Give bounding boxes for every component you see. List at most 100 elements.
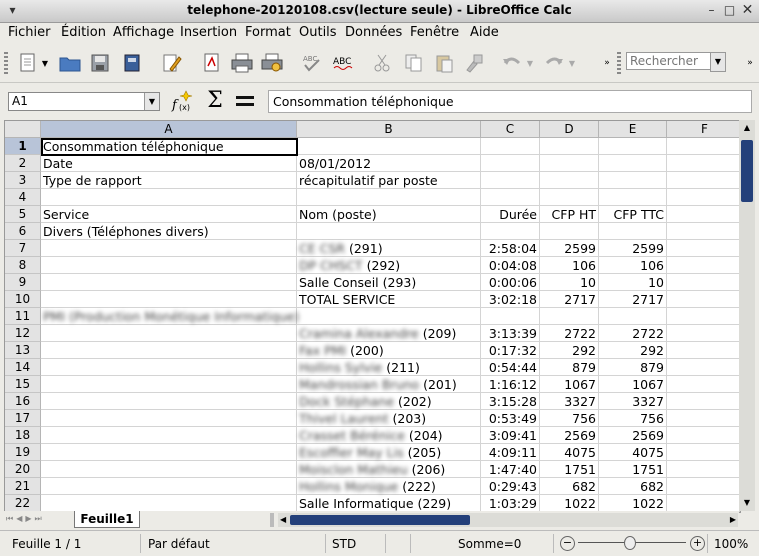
cell-d13[interactable]: 292 [540,342,599,359]
menu-aide[interactable]: Aide [470,25,499,40]
cell-c12[interactable]: 3:13:39 [481,325,540,342]
tab-splitter[interactable] [270,513,274,527]
cell-e9[interactable]: 10 [599,274,667,291]
cell-f21[interactable] [667,478,740,495]
toolbar-grip-search[interactable] [617,52,621,74]
cell-d19[interactable]: 4075 [540,444,599,461]
menu-outils[interactable]: Outils [299,25,337,40]
zoom-in-icon[interactable]: + [690,536,705,551]
scroll-right-icon[interactable]: ▶ [730,513,736,527]
cell-c14[interactable]: 0:54:44 [481,359,540,376]
cell-f2[interactable] [667,155,740,172]
cell-b21[interactable]: Hollins Monique (222) [297,478,481,495]
cell-e1[interactable] [599,138,667,155]
spreadsheet-grid[interactable]: A B C D E F 1 Consommation téléphonique 2 D… [4,120,741,513]
cell-e12[interactable]: 2722 [599,325,667,342]
new-document-icon[interactable] [16,51,40,75]
cell-a2[interactable]: Date [41,155,297,172]
export-pdf-icon[interactable] [200,51,224,75]
cell-e3[interactable] [599,172,667,189]
cell-b22[interactable]: Salle Informatique (229) [297,495,481,512]
cell-d10[interactable]: 2717 [540,291,599,308]
vertical-scrollbar[interactable]: ▲ ▼ [739,120,755,511]
zoom-out-icon[interactable]: − [560,536,575,551]
cell-a13[interactable] [41,342,297,359]
row-header-9[interactable]: 9 [5,274,41,291]
row-header-10[interactable]: 10 [5,291,41,308]
cell-c4[interactable] [481,189,540,206]
cell-e7[interactable]: 2599 [599,240,667,257]
autospellcheck-icon[interactable]: ABC [332,51,356,75]
cell-d11[interactable] [540,308,599,325]
cell-c3[interactable] [481,172,540,189]
column-header-f[interactable]: F [667,121,740,138]
cell-d8[interactable]: 106 [540,257,599,274]
cell-c21[interactable]: 0:29:43 [481,478,540,495]
scroll-left-icon[interactable]: ◀ [280,513,286,527]
redo-dropdown-icon[interactable]: ▼ [566,51,578,75]
cell-c18[interactable]: 3:09:41 [481,427,540,444]
cell-a10[interactable] [41,291,297,308]
cell-b20[interactable]: Moisclon Mathieu (206) [297,461,481,478]
cell-c17[interactable]: 0:53:49 [481,410,540,427]
cell-d3[interactable] [540,172,599,189]
cut-icon[interactable] [370,51,394,75]
sum-icon[interactable]: Σ [204,88,226,114]
horizontal-scrollbar[interactable]: ◀ ▶ [278,513,738,527]
cell-e2[interactable] [599,155,667,172]
minimize-icon[interactable]: – [704,3,719,18]
cell-b8[interactable]: DP CHSCT (292) [297,257,481,274]
row-header-11[interactable]: 11 [5,308,41,325]
cell-a6[interactable]: Divers (Téléphones divers) [41,223,297,240]
edit-mode-icon[interactable] [160,51,184,75]
row-header-7[interactable]: 7 [5,240,41,257]
cell-f4[interactable] [667,189,740,206]
cell-e8[interactable]: 106 [599,257,667,274]
status-zoom[interactable]: 100% [714,537,748,551]
undo-icon[interactable] [500,51,524,75]
menu-fenetre[interactable]: Fenêtre [410,25,459,40]
cell-d6[interactable] [540,223,599,240]
new-dropdown-icon[interactable]: ▼ [38,51,52,75]
cell-e16[interactable]: 3327 [599,393,667,410]
cell-b3[interactable]: récapitulatif par poste [297,172,481,189]
cell-f12[interactable] [667,325,740,342]
cell-e18[interactable]: 2569 [599,427,667,444]
cell-c2[interactable] [481,155,540,172]
status-page-style[interactable]: Par défaut [148,537,210,551]
row-header-18[interactable]: 18 [5,427,41,444]
cell-d4[interactable] [540,189,599,206]
cell-a21[interactable] [41,478,297,495]
clone-formatting-icon[interactable] [462,51,486,75]
cell-d17[interactable]: 756 [540,410,599,427]
cell-f16[interactable] [667,393,740,410]
save-icon[interactable] [88,51,112,75]
column-header-e[interactable]: E [599,121,667,138]
horizontal-scroll-thumb[interactable] [290,515,470,525]
cell-e4[interactable] [599,189,667,206]
scroll-up-icon[interactable]: ▲ [739,120,755,136]
formula-input[interactable]: Consommation téléphonique [268,90,752,113]
cell-a14[interactable] [41,359,297,376]
row-header-3[interactable]: 3 [5,172,41,189]
zoom-slider-handle[interactable] [624,536,636,550]
cell-c16[interactable]: 3:15:28 [481,393,540,410]
cell-c6[interactable] [481,223,540,240]
row-header-6[interactable]: 6 [5,223,41,240]
cell-f1[interactable] [667,138,740,155]
cell-a11[interactable]: PMI (Production Monétique Informatique) [41,308,300,325]
cell-f22[interactable] [667,495,740,512]
cell-d14[interactable]: 879 [540,359,599,376]
cell-e17[interactable]: 756 [599,410,667,427]
cell-e21[interactable]: 682 [599,478,667,495]
column-header-d[interactable]: D [540,121,599,138]
open-icon[interactable] [58,51,82,75]
cell-d21[interactable]: 682 [540,478,599,495]
cell-a9[interactable] [41,274,297,291]
copy-icon[interactable] [402,51,426,75]
cell-d5[interactable]: CFP HT [540,206,599,223]
cell-c15[interactable]: 1:16:12 [481,376,540,393]
cell-f11[interactable] [667,308,740,325]
cell-c7[interactable]: 2:58:04 [481,240,540,257]
cell-c9[interactable]: 0:00:06 [481,274,540,291]
